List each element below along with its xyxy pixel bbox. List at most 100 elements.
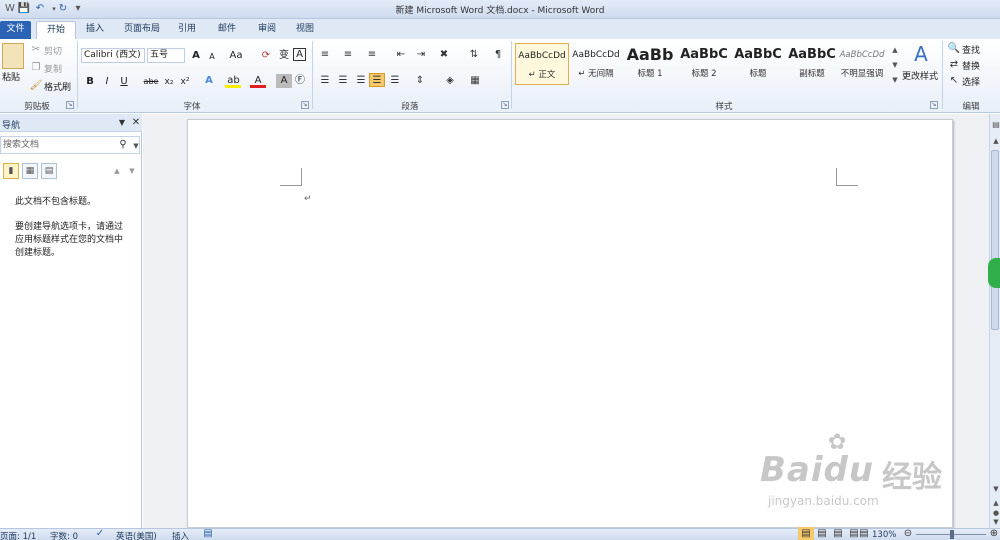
web-layout-icon[interactable]: ▤	[830, 527, 846, 540]
underline-icon[interactable]: U	[116, 75, 132, 89]
paste-icon[interactable]	[2, 43, 24, 69]
change-styles-icon[interactable]: A	[910, 43, 932, 65]
copy-button[interactable]: 复制	[44, 62, 62, 75]
vertical-scrollbar[interactable]: ▤ ▲ ▼ ▲ ● ▼	[989, 114, 1000, 528]
tab-home[interactable]: 开始	[36, 21, 76, 39]
bullets-icon[interactable]: ≡	[317, 48, 333, 62]
nav-pane-close-icon[interactable]: ✕	[128, 116, 144, 130]
scroll-up-icon[interactable]: ▲	[988, 134, 1000, 148]
align-center-icon[interactable]: ☰	[335, 74, 351, 88]
nav-next-icon[interactable]: ▼	[124, 164, 140, 178]
select-button[interactable]: 选择	[962, 75, 980, 88]
font-launcher-icon[interactable]: ↘	[301, 101, 309, 109]
font-size-select[interactable]: 五号	[147, 48, 185, 63]
chinese-layout-icon[interactable]: ✖	[436, 48, 452, 62]
draft-view-icon[interactable]: ▤	[856, 527, 872, 540]
style-no-spacing[interactable]: AaBbCcDd ↵ 无间隔	[569, 43, 623, 85]
format-painter-icon[interactable]: 🖌	[28, 79, 44, 93]
select-icon[interactable]: ↖	[946, 74, 962, 88]
styles-launcher-icon[interactable]: ↘	[930, 101, 938, 109]
status-page[interactable]: 页面: 1/1	[0, 530, 36, 540]
justify-icon[interactable]: ☰	[369, 73, 385, 87]
highlight-color-icon[interactable]: ab	[225, 74, 241, 88]
style-subtitle[interactable]: AaBbC 副标题	[785, 43, 839, 85]
grow-font-icon[interactable]: A	[188, 49, 204, 63]
tab-insert[interactable]: 插入	[80, 21, 110, 39]
status-word-count[interactable]: 字数: 0	[50, 530, 78, 540]
distributed-icon[interactable]: ☰	[387, 74, 403, 88]
align-right-icon[interactable]: ☰	[353, 74, 369, 88]
tab-mailings[interactable]: 邮件	[212, 21, 242, 39]
scroll-thumb[interactable]	[991, 150, 999, 330]
find-button[interactable]: 查找	[962, 43, 980, 56]
tab-page-layout[interactable]: 页面布局	[118, 21, 166, 39]
line-spacing-icon[interactable]: ⇕	[412, 74, 428, 88]
text-effects-icon[interactable]: A	[201, 74, 217, 88]
paste-button[interactable]: 粘贴	[2, 70, 20, 83]
enclose-char-icon[interactable]: Ⓕ	[292, 74, 308, 88]
borders-icon[interactable]: ▦	[467, 74, 483, 88]
paragraph-mark[interactable]: ↵	[304, 194, 312, 204]
nav-prev-icon[interactable]: ▲	[109, 164, 125, 178]
numbering-icon[interactable]: ≡	[340, 48, 356, 62]
tab-review[interactable]: 审阅	[252, 21, 282, 39]
cut-icon[interactable]: ✂	[28, 43, 44, 57]
subscript-icon[interactable]: x₂	[161, 75, 177, 89]
format-painter-button[interactable]: 格式刷	[44, 80, 71, 93]
styles-scroll-down-icon[interactable]: ▼	[887, 58, 903, 72]
nav-tab-pages[interactable]: ▦	[22, 163, 38, 179]
increase-indent-icon[interactable]: ⇥	[413, 48, 429, 62]
style-heading-1[interactable]: AaBb 标题 1	[623, 43, 677, 85]
shrink-font-icon[interactable]: A	[204, 50, 220, 64]
nav-tab-results[interactable]: ▤	[41, 163, 57, 179]
italic-icon[interactable]: I	[99, 75, 115, 89]
char-border-icon[interactable]: A	[293, 48, 306, 61]
tab-references[interactable]: 引用	[172, 21, 202, 39]
status-insert-mode[interactable]: 插入	[172, 530, 189, 540]
style-title[interactable]: AaBbC 标题	[731, 43, 785, 85]
ruler-toggle-icon[interactable]: ▤	[988, 118, 1000, 132]
char-shading-icon[interactable]: A	[276, 74, 292, 88]
styles-more-icon[interactable]: ▼	[887, 73, 903, 87]
side-widget-icon[interactable]	[988, 258, 1000, 288]
search-options-icon[interactable]: ▼	[128, 139, 144, 153]
zoom-in-icon[interactable]: ⊕	[986, 527, 1000, 540]
bold-icon[interactable]: B	[82, 75, 98, 89]
change-styles-button[interactable]: 更改样式	[902, 69, 938, 82]
copy-icon[interactable]: ❐	[28, 61, 44, 75]
print-layout-icon[interactable]: ▤	[798, 527, 814, 540]
change-case-icon[interactable]: Aa	[228, 49, 244, 63]
paragraph-launcher-icon[interactable]: ↘	[501, 101, 509, 109]
zoom-slider-thumb[interactable]	[950, 530, 954, 539]
tab-view[interactable]: 视图	[290, 21, 320, 39]
shading-icon[interactable]: ◈	[442, 74, 458, 88]
nav-tab-headings[interactable]: ▮	[3, 163, 19, 179]
zoom-level[interactable]: 130%	[872, 530, 896, 540]
tab-file[interactable]: 文件	[0, 21, 31, 39]
replace-icon[interactable]: ⇄	[946, 58, 962, 72]
decrease-indent-icon[interactable]: ⇤	[393, 48, 409, 62]
clear-format-icon[interactable]: ⟳	[258, 49, 274, 63]
align-left-icon[interactable]: ☰	[317, 74, 333, 88]
show-marks-icon[interactable]: ¶	[490, 48, 506, 62]
cut-button[interactable]: 剪切	[44, 44, 62, 57]
style-normal[interactable]: AaBbCcDd ↵ 正文	[515, 43, 569, 85]
style-subtle-emphasis[interactable]: AaBbCcDd 不明显强调	[837, 43, 887, 85]
multilevel-list-icon[interactable]: ≡	[364, 48, 380, 62]
proofing-icon[interactable]: ✓	[92, 527, 108, 540]
sort-icon[interactable]: ⇅	[466, 48, 482, 62]
phonetic-guide-icon[interactable]: 变	[276, 49, 292, 63]
styles-scroll-up-icon[interactable]: ▲	[887, 43, 903, 57]
find-icon[interactable]: 🔍	[946, 42, 962, 56]
replace-button[interactable]: 替换	[962, 59, 980, 72]
macro-record-icon[interactable]: ▤	[200, 527, 216, 540]
superscript-icon[interactable]: x²	[177, 75, 193, 89]
font-color-icon[interactable]: A	[250, 74, 266, 88]
strikethrough-icon[interactable]: abe	[143, 75, 159, 89]
zoom-out-icon[interactable]: ⊝	[900, 527, 916, 540]
clipboard-launcher-icon[interactable]: ↘	[66, 101, 74, 109]
status-language[interactable]: 英语(美国)	[116, 530, 157, 540]
style-heading-2[interactable]: AaBbC 标题 2	[677, 43, 731, 85]
full-screen-reading-icon[interactable]: ▤	[814, 527, 830, 540]
font-name-select[interactable]: Calibri (西文)	[81, 48, 145, 63]
